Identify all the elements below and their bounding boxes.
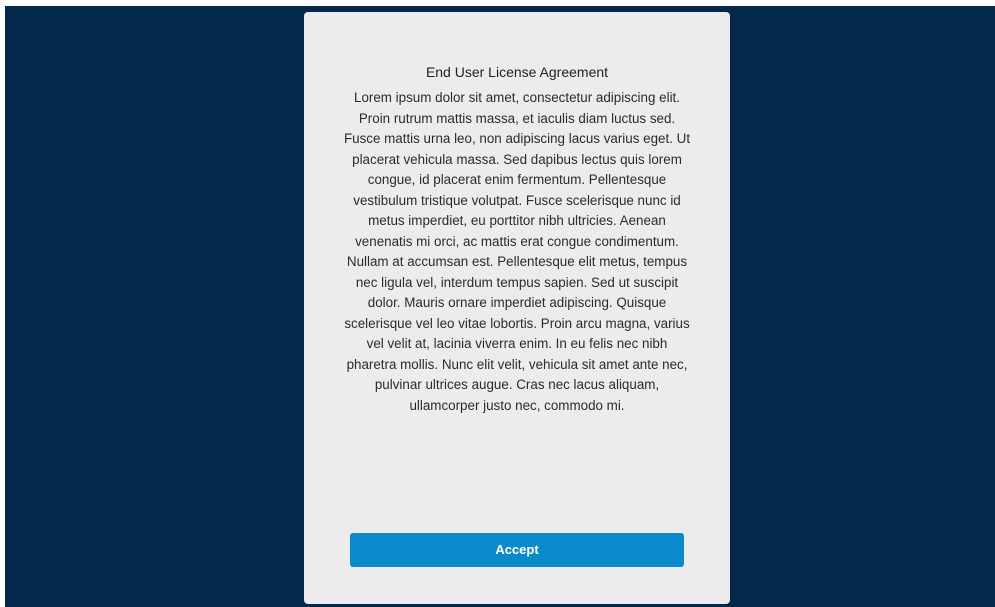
accept-button[interactable]: Accept [350,533,684,567]
eula-dialog: End User License Agreement Lorem ipsum d… [304,12,730,604]
license-text: Lorem ipsum dolor sit amet, consectetur … [343,90,691,413]
dialog-title: End User License Agreement [425,64,609,80]
